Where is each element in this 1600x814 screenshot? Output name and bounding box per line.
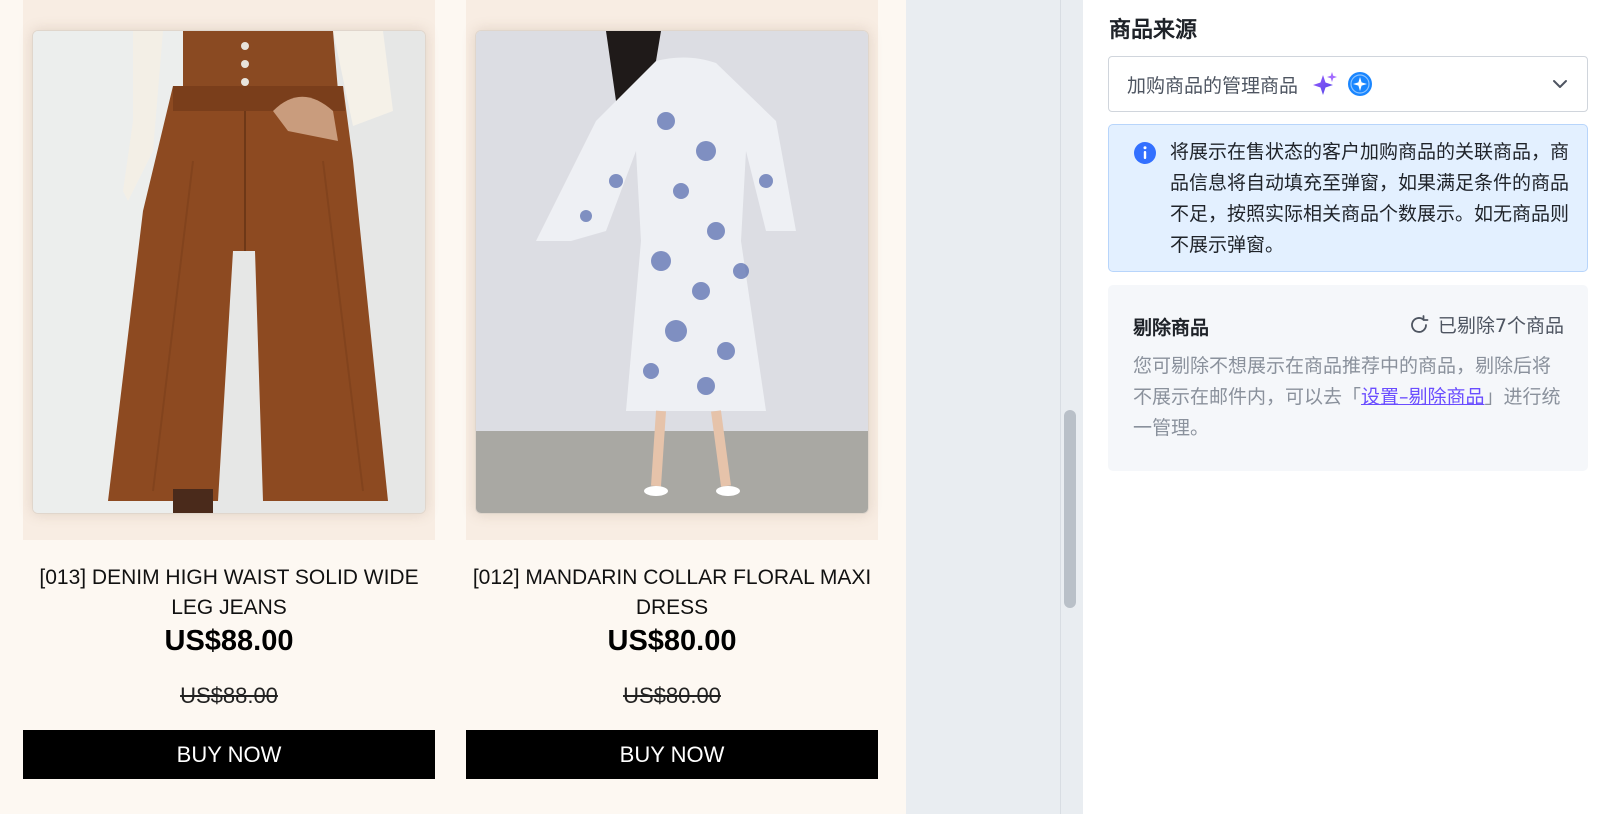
product-title: [012] MANDARIN COLLAR FLORAL MAXI DRESS	[472, 566, 872, 619]
buy-now-button[interactable]: BUY NOW	[23, 730, 435, 779]
select-value: 加购商品的管理商品	[1127, 74, 1299, 97]
product-title: [013] DENIM HIGH WAIST SOLID WIDE LEG JE…	[39, 566, 419, 619]
floral-maxi-dress-photo	[476, 31, 868, 513]
scrollbar-thumb[interactable]	[1064, 410, 1076, 608]
refresh-icon	[1411, 314, 1429, 333]
product-original-price: US$80.00	[623, 683, 721, 708]
product-image[interactable]	[475, 30, 869, 514]
buy-now-button[interactable]: BUY NOW	[466, 730, 878, 779]
product-original-price: US$88.00	[180, 683, 278, 708]
settings-remove-link[interactable]: 设置–剔除商品	[1361, 386, 1485, 408]
product-price: US$88.00	[164, 625, 294, 657]
info-alert: 将展示在售状态的客户加购商品的关联商品，商品信息将自动填充至弹窗，如果满足条件的…	[1108, 124, 1588, 272]
removed-count-link[interactable]: 已剔除7个商品	[1408, 311, 1564, 338]
settings-panel: 商品来源 加购商品的管理商品 将展示在售状态的客户加购商品的关联商品，商品信息将…	[1083, 0, 1600, 814]
removed-count-label: 已剔除7个商品	[1437, 315, 1564, 337]
wide-leg-jeans-photo	[33, 31, 425, 513]
email-canvas: [013] DENIM HIGH WAIST SOLID WIDE LEG JE…	[0, 0, 906, 814]
ai-badge-icon	[1348, 72, 1373, 96]
scrollbar-track[interactable]	[1060, 0, 1082, 814]
info-text: 将展示在售状态的客户加购商品的关联商品，商品信息将自动填充至弹窗，如果满足条件的…	[1170, 141, 1570, 256]
info-icon	[1134, 142, 1156, 164]
product-price: US$80.00	[607, 625, 737, 657]
product-image[interactable]	[32, 30, 426, 514]
remove-products-section: 剔除商品 已剔除7个商品 您可剔除不想展示在商品推荐中的商品，剔除后将不展示在邮…	[1108, 285, 1588, 471]
product-image-area	[466, 0, 878, 540]
product-image-area	[23, 0, 435, 540]
chevron-down-icon	[1553, 80, 1567, 88]
product-source-select[interactable]: 加购商品的管理商品	[1108, 56, 1588, 112]
remove-title: 剔除商品	[1133, 317, 1210, 339]
remove-description: 您可剔除不想展示在商品推荐中的商品，剔除后将不展示在邮件内，可以去「设置–剔除商…	[1133, 351, 1565, 444]
sparkle-icon	[1313, 72, 1338, 95]
product-card[interactable]: [013] DENIM HIGH WAIST SOLID WIDE LEG JE…	[23, 0, 435, 790]
section-title: 商品来源	[1109, 18, 1198, 43]
product-card[interactable]: [012] MANDARIN COLLAR FLORAL MAXI DRESS …	[466, 0, 878, 790]
